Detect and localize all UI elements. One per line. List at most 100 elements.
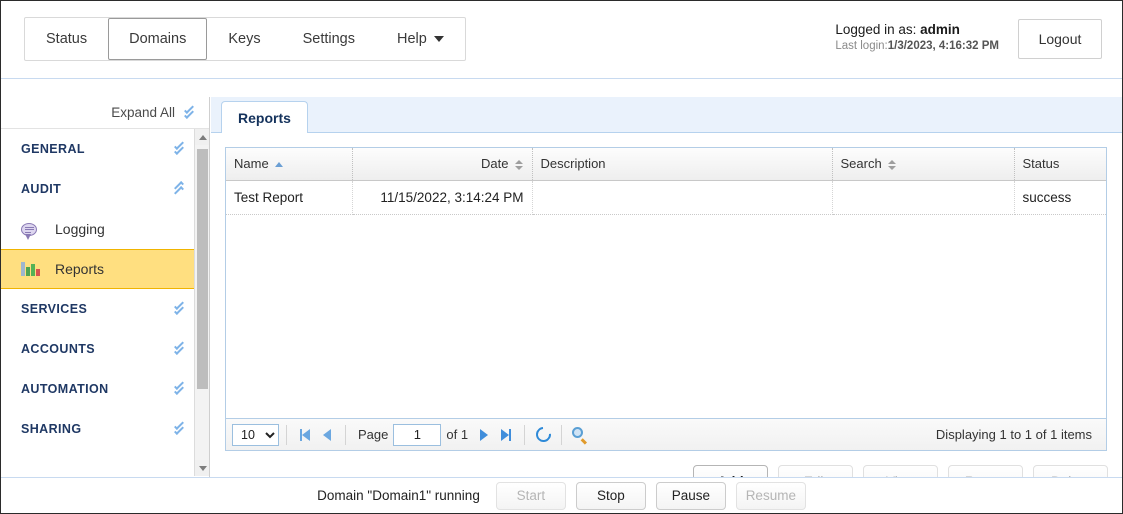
column-header-name-label: Name (234, 156, 269, 172)
pause-button[interactable]: Pause (655, 481, 726, 510)
expand-all-button[interactable]: Expand All (1, 97, 209, 129)
chevron-double-down-icon (173, 340, 187, 356)
cell-status: success (1014, 180, 1106, 215)
speech-bubble-icon (21, 222, 47, 240)
sidebar-group-services[interactable]: SERVICES (1, 289, 209, 329)
column-header-description[interactable]: Description (532, 148, 833, 181)
magnifier-icon[interactable] (569, 424, 591, 446)
scroll-up-arrow-icon[interactable] (195, 129, 209, 145)
column-header-name[interactable]: Name (226, 148, 353, 181)
nav-tab-settings-label: Settings (302, 31, 355, 47)
divider (286, 424, 287, 445)
sidebar-group-services-label: SERVICES (21, 302, 88, 316)
refresh-icon[interactable] (532, 423, 554, 446)
divider (524, 424, 526, 445)
sidebar-group-accounts-label: ACCOUNTS (21, 342, 96, 356)
tab-reports-label: Reports (238, 109, 291, 126)
sidebar-group-sharing[interactable]: SHARING (1, 409, 209, 449)
scrollbar-thumb[interactable] (197, 149, 208, 389)
cell-search (832, 180, 1015, 215)
sidebar-group-audit[interactable]: AUDIT (1, 169, 209, 209)
column-header-status[interactable]: Status (1014, 148, 1106, 181)
reports-table-container: Name Date Description Search Status Test… (225, 147, 1107, 419)
sort-ascending-icon (274, 162, 283, 168)
last-login-value: 1/3/2023, 4:16:32 PM (887, 40, 999, 53)
main-navigation: Status Domains Keys Settings Help (24, 17, 466, 61)
domain-status-bar: Domain "Domain1" running Start Stop Paus… (1, 477, 1122, 513)
cell-description (532, 180, 833, 215)
sidebar-item-logging-label: Logging (55, 221, 105, 237)
sidebar-item-logging[interactable]: Logging (1, 209, 209, 249)
panel-tabstrip: Reports (211, 97, 1122, 133)
sidebar-group-audit-label: AUDIT (21, 182, 62, 196)
nav-tab-status-label: Status (46, 31, 88, 47)
expand-all-label: Expand All (111, 105, 175, 120)
page-size-select[interactable]: 10 25 50 100 (232, 423, 279, 446)
table-header-row: Name Date Description Search Status (226, 148, 1106, 181)
nav-tab-keys-label: Keys (228, 31, 261, 47)
chevron-double-up-icon (173, 181, 187, 196)
table-row[interactable]: Test Report 11/15/2022, 3:14:24 PM succe… (226, 180, 1106, 215)
page-number-input[interactable] (393, 423, 442, 446)
reports-table: Name Date Description Search Status Test… (226, 148, 1106, 215)
nav-tab-help[interactable]: Help (376, 18, 465, 60)
sort-both-icon (514, 159, 524, 171)
chevron-double-down-icon (183, 103, 197, 120)
main-panel: Reports Name Date Description Search Sta… (211, 97, 1122, 497)
page-total-label: of 1 (446, 427, 469, 442)
scroll-down-arrow-icon[interactable] (195, 460, 209, 476)
chevron-down-icon (433, 36, 444, 42)
last-login-prefix: Last login: (835, 40, 888, 53)
sidebar-item-reports-label: Reports (55, 261, 105, 277)
first-page-icon[interactable] (294, 424, 316, 446)
sidebar-scrollbar[interactable] (194, 129, 209, 476)
last-login-line: Last login:1/3/2023, 4:16:32 PM (835, 39, 999, 55)
bar-chart-icon (21, 262, 47, 276)
logged-in-prefix: Logged in as: (835, 22, 917, 37)
sidebar-item-reports[interactable]: Reports (1, 249, 209, 289)
sidebar-group-general[interactable]: GENERAL (1, 129, 209, 169)
tab-reports[interactable]: Reports (221, 101, 308, 133)
sidebar-group-accounts[interactable]: ACCOUNTS (1, 329, 209, 369)
column-header-date[interactable]: Date (352, 148, 533, 181)
sidebar-scroll-area: GENERAL AUDIT Logging Reports SERVICES A… (1, 129, 209, 476)
sidebar-group-automation[interactable]: AUTOMATION (1, 369, 209, 409)
page-label: Page (358, 427, 389, 442)
nav-tab-domains-label: Domains (129, 31, 187, 47)
sidebar: Expand All GENERAL AUDIT Logging Reports… (1, 97, 210, 477)
nav-tab-status[interactable]: Status (25, 18, 108, 60)
pagination-toolbar: 10 25 50 100 Page of 1 Displaying 1 to (225, 419, 1107, 451)
divider (561, 424, 563, 445)
chevron-double-down-icon (173, 140, 187, 156)
column-header-status-label: Status (1022, 156, 1060, 172)
logged-in-line: Logged in as: admin (835, 21, 999, 39)
prev-page-icon[interactable] (316, 424, 338, 446)
cell-name: Test Report (226, 180, 353, 215)
next-page-icon[interactable] (473, 424, 495, 446)
chevron-double-down-icon (173, 300, 187, 316)
column-header-search[interactable]: Search (832, 148, 1015, 181)
sort-both-icon (887, 159, 897, 171)
displaying-status: Displaying 1 to 1 of 1 items (935, 427, 1092, 442)
application-window: Status Domains Keys Settings Help Logged… (0, 0, 1123, 514)
nav-tab-keys[interactable]: Keys (207, 18, 281, 60)
chevron-double-down-icon (173, 380, 187, 396)
logout-button[interactable]: Logout (1018, 19, 1102, 59)
start-button[interactable]: Start (495, 481, 566, 510)
column-header-search-label: Search (840, 156, 882, 172)
login-info: Logged in as: admin Last login:1/3/2023,… (835, 21, 999, 55)
domain-status-text: Domain "Domain1" running (317, 488, 480, 503)
nav-tab-settings[interactable]: Settings (282, 18, 376, 60)
column-header-description-label: Description (540, 156, 606, 172)
resume-button[interactable]: Resume (735, 481, 806, 510)
last-page-icon[interactable] (495, 424, 517, 446)
nav-tab-domains[interactable]: Domains (108, 18, 208, 60)
sidebar-group-general-label: GENERAL (21, 142, 85, 156)
sidebar-group-automation-label: AUTOMATION (21, 382, 109, 396)
chevron-double-down-icon (173, 420, 187, 436)
panel-body: Name Date Description Search Status Test… (211, 133, 1122, 497)
divider (345, 424, 346, 445)
sidebar-group-sharing-label: SHARING (21, 422, 82, 436)
nav-tab-help-label: Help (396, 31, 427, 47)
stop-button[interactable]: Stop (575, 481, 646, 510)
